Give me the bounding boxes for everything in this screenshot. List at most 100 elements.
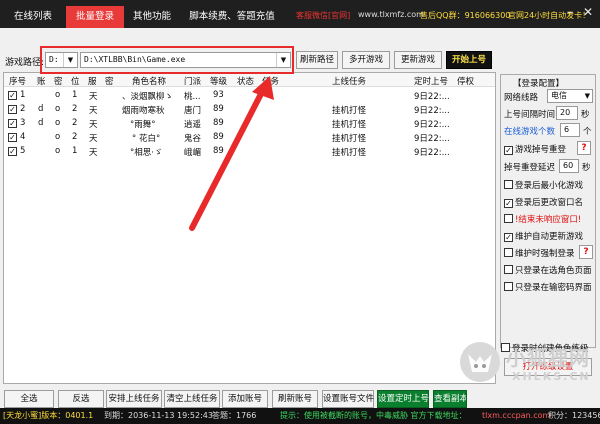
chevron-down-icon[interactable]: ▼ xyxy=(585,90,590,102)
col-no: 序号 xyxy=(9,77,27,87)
account-file-button[interactable]: 设置账号文件 xyxy=(322,390,374,408)
row-role-name: ° 花白° xyxy=(132,134,161,144)
answer-count-text: 答题：1766 xyxy=(212,411,257,420)
interval-unit: 秒 xyxy=(581,110,590,120)
set-timer-button[interactable]: 设置定时上号 xyxy=(377,390,429,408)
table-row[interactable]: ✓ 2 d o 2 天 烟雨吻寒秋 唐门 89 挂机打怪 9日22:... xyxy=(4,103,495,116)
invert-select-button[interactable]: 反选 xyxy=(58,390,104,408)
row-timer: 9日22:... xyxy=(414,106,450,116)
download-url-link[interactable]: tlxm.cccpan.com xyxy=(482,408,550,424)
minimize-icon[interactable]: – xyxy=(562,4,578,20)
reconnect-help-button[interactable]: ? xyxy=(577,141,591,155)
col-online-task: 上线任务 xyxy=(332,77,367,87)
row-server: 天 xyxy=(89,106,98,116)
online-count-value: 6 xyxy=(564,125,570,134)
row-timer: 9日22:... xyxy=(414,148,450,158)
close-icon[interactable]: ✕ xyxy=(580,4,596,20)
row-position: 2 xyxy=(72,104,78,114)
pwd-page-checkbox[interactable]: 只登录在输密码界面 xyxy=(504,281,592,293)
row-checkbox[interactable]: ✓ xyxy=(8,105,17,114)
online-count-label: 在线游戏个数 xyxy=(504,127,556,137)
col-account: 账 xyxy=(37,77,46,87)
row-no: 1 xyxy=(20,90,26,100)
reconnect-checkbox[interactable]: ✓ 游戏掉号重登 xyxy=(504,143,566,155)
row-no: 3 xyxy=(20,118,26,128)
retry-value: 60 xyxy=(563,161,574,170)
select-all-button[interactable]: 全选 xyxy=(4,390,54,408)
retry-unit: 秒 xyxy=(582,163,591,173)
auto-update-label: 维护自动更新游戏 xyxy=(515,232,584,242)
rename-checkbox[interactable]: ✓ 登录后更改窗口名 xyxy=(504,196,583,208)
col-ban: 停权 xyxy=(457,77,475,87)
interval-input[interactable]: 20 xyxy=(556,106,578,120)
select-page-checkbox[interactable]: 只登录在选角色页面 xyxy=(504,264,592,276)
row-school: 逍遥 xyxy=(184,120,202,130)
view-dungeon-button[interactable]: 查看副本 xyxy=(433,390,467,408)
refresh-path-button[interactable]: 刷新路径 xyxy=(296,51,338,69)
watermark-cn: 小狐狸网 xyxy=(506,346,590,370)
fox-logo-icon xyxy=(460,342,500,382)
row-no: 5 xyxy=(20,146,26,156)
minimize-checkbox[interactable]: 登录后最小化游戏 xyxy=(504,179,583,191)
row-checkbox[interactable]: ✓ xyxy=(8,133,17,142)
row-no: 4 xyxy=(20,132,26,142)
row-school: 桃... xyxy=(184,92,201,102)
row-school: 唐门 xyxy=(184,106,202,116)
multi-open-button[interactable]: 多开游戏 xyxy=(342,51,390,69)
online-count-unit: 个 xyxy=(583,127,592,137)
row-password: o xyxy=(55,146,61,156)
col-state: 状态 xyxy=(237,77,255,87)
col-role-name: 角色名称 xyxy=(132,77,167,87)
retry-input[interactable]: 60 xyxy=(559,159,579,173)
table-row[interactable]: ✓ 4 o 2 天 ° 花白° 鬼谷 89 挂机打怪 9日22:... xyxy=(4,131,495,144)
force-login-checkbox[interactable]: 维护时强制登录 xyxy=(504,247,575,259)
row-password: o xyxy=(55,90,61,100)
start-login-button[interactable]: 开始上号 xyxy=(446,51,492,69)
tab-renew[interactable]: 脚本续费、答题充值 xyxy=(182,6,282,28)
table-row[interactable]: ✓ 3 d o 2 天 °雨舞° 逍遥 89 挂机打怪 9日22:... xyxy=(4,117,495,130)
expire-text: 到期：2036-11-13 19:52:43 xyxy=(104,411,213,420)
table-row[interactable]: ✓ 1 o 1 天 、淡烟飘柳ゝ 桃... 93 9日22:... xyxy=(4,89,495,102)
online-count-input[interactable]: 6 xyxy=(560,123,580,137)
row-timer: 9日22:... xyxy=(414,92,450,102)
row-checkbox[interactable]: ✓ xyxy=(8,91,17,100)
end-unresponsive-checkbox[interactable]: !结束未响应窗口! xyxy=(504,213,581,225)
row-online-task: 挂机打怪 xyxy=(332,148,367,158)
auto-update-checkbox[interactable]: ✓ 维护自动更新游戏 xyxy=(504,230,583,242)
row-password: o xyxy=(55,132,61,142)
update-game-button[interactable]: 更新游戏 xyxy=(394,51,442,69)
line-label: 网络线路 xyxy=(504,93,539,103)
row-school: 鬼谷 xyxy=(184,134,202,144)
tab-online-list[interactable]: 在线列表 xyxy=(2,6,64,28)
site-link[interactable]: www.tlxmfz.com xyxy=(358,10,424,19)
account-table: 序号 账 密 位 服 密 角色名称 门派 等级 状态 任务 上线任务 定时上号 … xyxy=(3,72,496,384)
highlight-box xyxy=(40,46,294,74)
tab-batch-login[interactable]: 批量登录 xyxy=(66,6,124,28)
line-select[interactable]: 电信 ▼ xyxy=(547,89,593,103)
end-unresponsive-label: !结束未响应窗口! xyxy=(515,215,582,225)
row-checkbox[interactable]: ✓ xyxy=(8,147,17,156)
interval-value: 20 xyxy=(560,108,571,117)
qq-group-text: 售后QQ群：916066300 xyxy=(420,11,511,20)
row-online-task: 挂机打怪 xyxy=(332,134,367,144)
game-path-label: 游戏路径: xyxy=(5,58,45,68)
tab-other-functions[interactable]: 其他功能 xyxy=(126,6,178,28)
force-login-help-button[interactable]: ? xyxy=(579,245,593,259)
arrange-tasks-button[interactable]: 安排上线任务 xyxy=(106,390,162,408)
row-server: 天 xyxy=(89,148,98,158)
clear-tasks-button[interactable]: 清空上线任务 xyxy=(164,390,220,408)
tip-text: 提示：使用被截断的账号，中毒威胁 官方下载地址： xyxy=(280,411,467,420)
table-row[interactable]: ✓ 5 o 1 天 °相思·ゞ 峨嵋 89 挂机打怪 9日22:... xyxy=(4,145,495,158)
config-group: 【登录配置】 网络线路 电信 ▼ 上号间隔时间 20 秒 在线游戏个数 6 个 … xyxy=(500,74,596,348)
add-account-button[interactable]: 添加账号 xyxy=(222,390,268,408)
row-position: 1 xyxy=(72,90,78,100)
service-link[interactable]: 客服微信[官网] xyxy=(296,10,350,21)
minimize-label: 登录后最小化游戏 xyxy=(515,181,584,191)
col-task: 任务 xyxy=(262,77,280,87)
watermark: 小狐狸网 XHLKS.CN xyxy=(458,322,600,392)
row-checkbox[interactable]: ✓ xyxy=(8,119,17,128)
row-online-task: 挂机打怪 xyxy=(332,106,367,116)
rename-label: 登录后更改窗口名 xyxy=(515,198,584,208)
refresh-accounts-button[interactable]: 刷新账号 xyxy=(272,390,318,408)
row-password: o xyxy=(55,118,61,128)
